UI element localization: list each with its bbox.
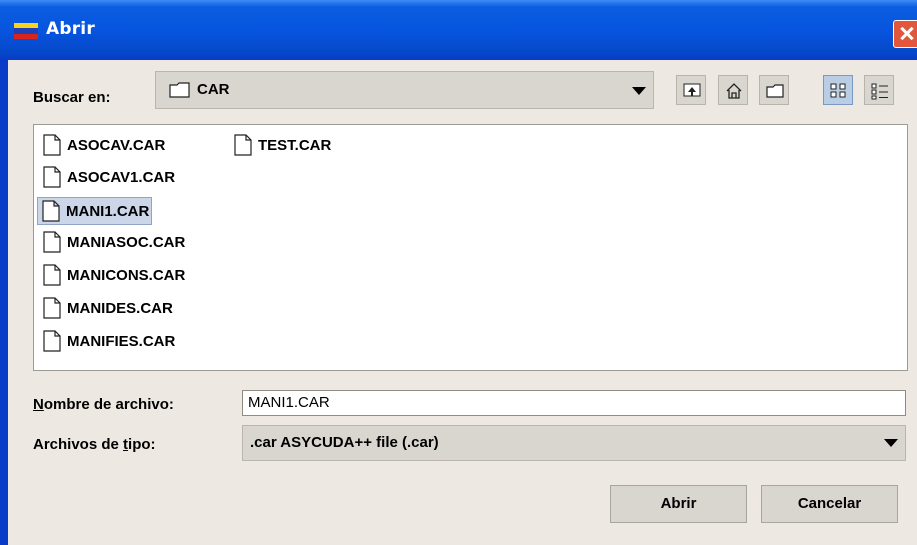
home-icon <box>726 83 742 99</box>
filetype-combo[interactable]: .car ASYCUDA++ file (.car) <box>242 425 906 461</box>
filename-label: Nombre de archivo: <box>33 396 174 413</box>
list-view-button[interactable] <box>823 75 853 105</box>
file-icon <box>43 264 61 286</box>
filetype-value: .car ASYCUDA++ file (.car) <box>250 434 439 451</box>
details-view-button[interactable] <box>864 75 894 105</box>
lookin-value: CAR <box>197 81 230 98</box>
home-button[interactable] <box>718 75 748 105</box>
dialog-body: Buscar en: CAR ASOCAV.CAR ASOCAV1.CAR MA… <box>8 60 917 545</box>
chevron-down-icon <box>632 87 646 95</box>
list-item[interactable]: ASOCAV1.CAR <box>39 164 177 190</box>
file-icon <box>43 231 61 253</box>
filename-input[interactable]: MANI1.CAR <box>242 390 906 416</box>
file-open-dialog: Abrir Buscar en: CAR ASOCAV.CAR ASOCAV1.… <box>0 0 917 545</box>
file-icon <box>43 134 61 156</box>
file-name: MANIFIES.CAR <box>67 332 176 350</box>
file-name: ASOCAV.CAR <box>67 136 166 154</box>
list-item[interactable]: MANIASOC.CAR <box>39 229 187 255</box>
lookin-label: Buscar en: <box>33 89 111 106</box>
up-folder-icon <box>683 83 701 97</box>
folder-icon <box>169 82 190 98</box>
file-name: MANI1.CAR <box>66 202 150 220</box>
list-item[interactable]: TEST.CAR <box>230 132 333 158</box>
file-icon <box>42 200 60 222</box>
file-icon <box>43 330 61 352</box>
filetype-label: Archivos de tipo: <box>33 436 156 453</box>
list-item[interactable]: MANICONS.CAR <box>39 262 187 288</box>
file-name: MANIASOC.CAR <box>67 233 186 251</box>
cancel-button[interactable]: Cancelar <box>761 485 898 523</box>
file-icon <box>43 166 61 188</box>
list-view-icon <box>830 83 846 98</box>
close-icon[interactable] <box>893 20 917 48</box>
chevron-down-icon <box>884 439 898 447</box>
open-button[interactable]: Abrir <box>610 485 747 523</box>
list-item[interactable]: MANIFIES.CAR <box>39 328 177 354</box>
file-icon <box>234 134 252 156</box>
file-name: ASOCAV1.CAR <box>67 168 176 186</box>
file-name: MANIDES.CAR <box>67 299 173 317</box>
list-item[interactable]: MANIDES.CAR <box>39 295 175 321</box>
list-item-selected[interactable]: MANI1.CAR <box>37 197 153 225</box>
list-item[interactable]: ASOCAV.CAR <box>39 132 167 158</box>
lookin-combo[interactable]: CAR <box>155 71 654 109</box>
up-folder-button[interactable] <box>676 75 706 105</box>
file-icon <box>43 297 61 319</box>
new-folder-button[interactable] <box>759 75 789 105</box>
file-list[interactable]: ASOCAV.CAR ASOCAV1.CAR MANI1.CAR MANIASO… <box>33 124 908 371</box>
file-name: TEST.CAR <box>258 136 332 154</box>
title-bar[interactable]: Abrir <box>0 0 917 60</box>
file-name: MANICONS.CAR <box>67 266 186 284</box>
new-folder-icon <box>766 84 784 98</box>
details-view-icon <box>871 83 888 100</box>
app-flag-icon <box>14 23 38 39</box>
window-title: Abrir <box>46 19 95 39</box>
